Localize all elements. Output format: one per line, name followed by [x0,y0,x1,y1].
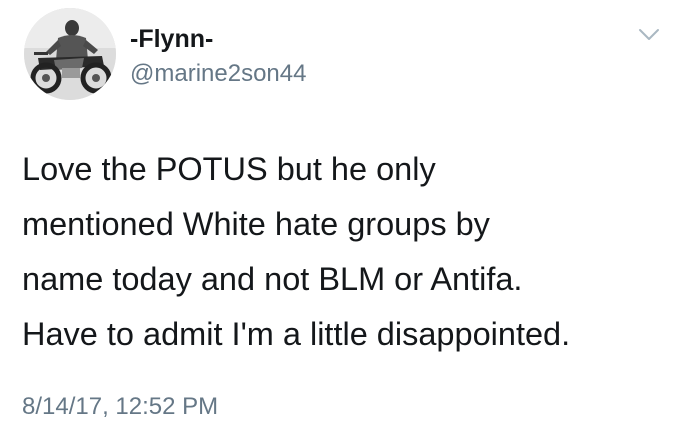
tweet-card: -Flynn- @marine2son44 Love the POTUS but… [0,0,680,442]
display-name[interactable]: -Flynn- [130,25,213,54]
tweet-text: Love the POTUS but he only mentioned Whi… [22,142,672,362]
chevron-down-icon[interactable] [637,27,661,43]
timestamp[interactable]: 8/14/17, 12:52 PM [22,393,218,421]
user-handle[interactable]: @marine2son44 [130,60,306,88]
tweet-text-line: name today and not BLM or Antifa. [22,261,523,297]
avatar-photo [24,8,116,100]
avatar[interactable] [24,8,116,100]
tweet-text-line: Love the POTUS but he only [22,151,436,187]
tweet-text-line: Have to admit I'm a little disappointed. [22,316,571,352]
tweet-text-line: mentioned White hate groups by [22,206,490,242]
